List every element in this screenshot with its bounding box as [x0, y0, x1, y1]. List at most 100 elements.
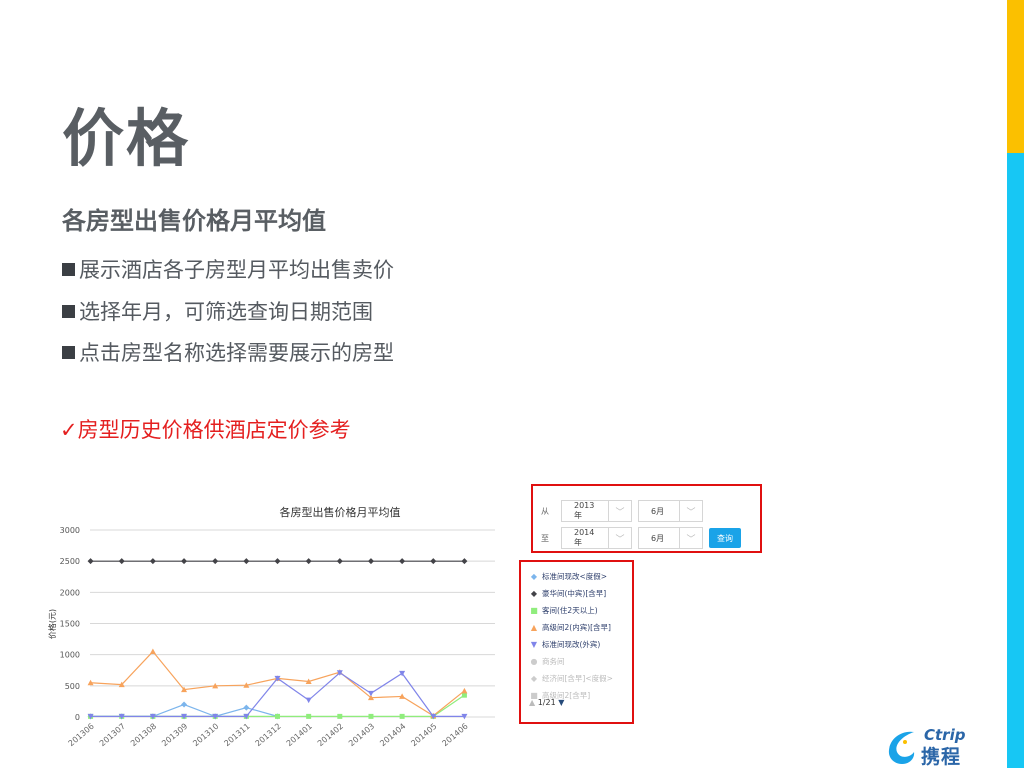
data-point: [399, 558, 406, 565]
legend-item[interactable]: ◆ 经济间[含早]<度假>: [529, 670, 632, 687]
data-point: [118, 558, 125, 565]
legend-pager: ▲ 1/21 ▼: [529, 698, 564, 707]
y-tick-label: 2000: [60, 588, 80, 597]
series-group: [87, 670, 468, 720]
ctrip-logo: Ctrip 携程: [884, 726, 988, 768]
to-label: 至: [541, 533, 549, 543]
x-tick-label: 201308: [129, 722, 158, 749]
legend-item[interactable]: ● 商务间: [529, 653, 632, 670]
data-point: [399, 713, 405, 719]
pager-up-icon[interactable]: ▲: [529, 698, 535, 707]
bullet-item: 选择年月，可筛选查询日期范围: [62, 292, 394, 334]
y-tick-label: 0: [75, 713, 80, 722]
legend-marker-icon: ◆: [530, 589, 538, 598]
chevron-down-icon[interactable]: ﹀: [608, 528, 631, 548]
pager-text: 1/21: [537, 698, 556, 707]
from-label: 从: [541, 506, 549, 516]
legend-item[interactable]: ◆ 豪华间(中宾)[含早]: [529, 585, 632, 602]
to-month-select[interactable]: 6月 ﹀: [638, 527, 703, 549]
to-year-value: 2014年: [574, 528, 595, 547]
series-group: [87, 558, 468, 565]
from-month-value: 6月: [651, 506, 665, 516]
square-bullet-icon: [62, 263, 75, 276]
x-tick-label: 201311: [222, 722, 251, 749]
y-tick-label: 1000: [60, 651, 80, 660]
legend-label: 客间(住2天以上): [542, 606, 598, 615]
data-point: [181, 558, 188, 565]
legend-item[interactable]: ◆ 标准间现改<度假>: [529, 568, 632, 585]
chevron-down-icon[interactable]: ﹀: [679, 528, 702, 548]
highlight-note: ✓房型历史价格供酒店定价参考: [60, 418, 351, 442]
chevron-down-icon[interactable]: ﹀: [608, 501, 631, 521]
data-point: [305, 697, 312, 704]
bullet-item: 点击房型名称选择需要展示的房型: [62, 333, 394, 375]
x-tick-label: 201309: [160, 722, 189, 749]
x-tick-label: 201405: [409, 722, 438, 749]
y-tick-label: 1500: [60, 620, 80, 629]
data-point: [212, 558, 219, 565]
legend-label: 标准间现改<度假>: [542, 572, 608, 581]
x-tick-label: 201403: [347, 722, 376, 749]
room-type-legend: ◆ 标准间现改<度假> ◆ 豪华间(中宾)[含早] ■ 客间(住2天以上) ▲ 高级间2(内宾…: [519, 560, 634, 724]
legend-marker-icon: ■: [530, 606, 538, 615]
legend-item[interactable]: ▼ 标准间现改(外宾): [529, 636, 632, 653]
data-point: [243, 558, 250, 565]
x-tick-label: 201406: [441, 722, 470, 749]
legend-marker-icon: ▲: [530, 623, 538, 632]
data-point: [336, 558, 343, 565]
from-year-value: 2013年: [574, 501, 595, 520]
data-point: [461, 692, 467, 698]
y-tick-label: 500: [65, 682, 80, 691]
x-tick-label: 201310: [191, 722, 220, 749]
data-point: [461, 558, 468, 565]
chevron-down-icon[interactable]: ﹀: [679, 501, 702, 521]
legend-label: 商务间: [542, 657, 565, 666]
accent-bar-bottom: [1007, 153, 1024, 768]
square-bullet-icon: [62, 304, 75, 318]
data-point: [274, 558, 281, 565]
chart-y-axis-label: 价格(元): [47, 609, 57, 639]
x-tick-label: 201404: [378, 722, 407, 749]
section-subtitle: 各房型出售价格月平均值: [62, 207, 326, 235]
legend-item[interactable]: ▲ 高级间2(内宾)[含早]: [529, 619, 632, 636]
query-button[interactable]: 查询: [709, 528, 741, 548]
series-group: [88, 692, 467, 719]
dolphin-logo-icon: [888, 731, 915, 764]
data-point: [149, 648, 156, 655]
price-line-chart: 各房型出售价格月平均值 价格(元) 0 500 1000 1500 2000 2500 30…: [47, 505, 495, 749]
data-point: [149, 558, 156, 565]
series-line: [90, 694, 465, 717]
legend-item[interactable]: ■ 客间(住2天以上): [529, 602, 632, 619]
x-tick-label: 201306: [67, 722, 96, 749]
legend-marker-icon: ▼: [530, 640, 538, 649]
data-point: [243, 704, 250, 711]
to-year-select[interactable]: 2014年 ﹀: [561, 527, 632, 549]
series-line: [90, 650, 465, 717]
to-month-value: 6月: [651, 533, 665, 543]
data-point: [87, 558, 94, 565]
date-range-filter: 从 2013年 ﹀ 6月 ﹀ 至 2014年 ﹀ 6月 ﹀ 查询: [531, 484, 762, 553]
x-tick-label: 201401: [285, 722, 314, 749]
data-point: [181, 701, 188, 708]
legend-label: 高级间2(内宾)[含早]: [542, 623, 611, 632]
y-tick-label: 3000: [60, 526, 80, 535]
data-point: [368, 713, 374, 719]
legend-marker-icon: ●: [530, 657, 538, 666]
legend-list: ◆ 标准间现改<度假> ◆ 豪华间(中宾)[含早] ■ 客间(住2天以上) ▲ 高级间2(内宾…: [521, 562, 632, 704]
chart-title: 各房型出售价格月平均值: [280, 505, 401, 519]
accent-bar-top: [1007, 0, 1024, 153]
legend-label: 经济间[含早]<度假>: [542, 674, 613, 683]
page-title: 价格: [62, 102, 191, 175]
data-point: [367, 558, 374, 565]
from-month-select[interactable]: 6月 ﹀: [638, 500, 703, 522]
data-point: [306, 713, 312, 719]
pager-down-icon[interactable]: ▼: [558, 698, 564, 707]
y-tick-label: 2500: [60, 557, 80, 566]
series-group: [87, 648, 468, 719]
from-year-select[interactable]: 2013年 ﹀: [561, 500, 632, 522]
logo-text-cn: 携程: [921, 746, 962, 768]
data-point: [275, 713, 280, 719]
legend-label: 标准间现改(外宾): [542, 640, 601, 649]
legend-marker-icon: ◆: [530, 674, 538, 683]
bullet-list: 展示酒店各子房型月平均出售卖价 选择年月，可筛选查询日期范围 点击房型名称选择需…: [62, 250, 394, 375]
